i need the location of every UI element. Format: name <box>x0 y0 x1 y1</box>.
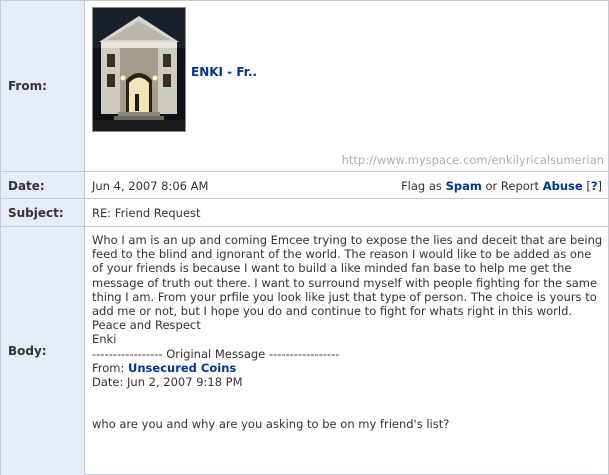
body-paragraph: Who I am is an up and coming Emcee tryin… <box>92 233 603 319</box>
help-link[interactable]: ? <box>591 179 598 193</box>
date-label: Date: <box>1 172 85 199</box>
date-row: Date: Jun 4, 2007 8:06 AM Flag as Spam o… <box>1 171 608 199</box>
original-from-label: From: <box>92 360 125 375</box>
original-message-text: who are you and why are you asking to be… <box>92 417 450 432</box>
original-sender-link[interactable]: Unsecured Coins <box>128 361 236 375</box>
body-label: Body: <box>1 227 85 475</box>
original-date-line: Date: Jun 2, 2007 9:18 PM <box>92 375 243 390</box>
message-body: Who I am is an up and coming Emcee tryin… <box>92 233 604 431</box>
body-closing: Peace and Respect <box>92 318 201 333</box>
flag-spam-link[interactable]: Spam <box>446 179 482 193</box>
from-value: ENKI - Fr.. http://www.myspace.com/enkil… <box>86 1 608 171</box>
message-view: From: ENKI - Fr.. http://www.myspace.com… <box>0 0 609 475</box>
message-date: Jun 4, 2007 8:06 AM <box>92 179 209 193</box>
original-from-line: From: Unsecured Coins <box>92 361 604 375</box>
original-message-header: ----------------- Original Message -----… <box>92 346 340 361</box>
subject-row: Subject: RE: Friend Request <box>1 198 608 227</box>
sender-avatar[interactable] <box>92 7 186 132</box>
body-row: Body: Who I am is an up and coming Emcee… <box>1 226 608 475</box>
body-signature: Enki <box>92 332 117 347</box>
date-value-cell: Jun 4, 2007 8:06 AM Flag as Spam or Repo… <box>86 172 608 199</box>
from-row: From: ENKI - Fr.. http://www.myspace.com… <box>1 1 608 171</box>
flag-prefix-text: Flag as <box>401 179 442 193</box>
help-bracket-close: ] <box>597 179 603 193</box>
building-photo <box>93 8 185 131</box>
sender-name-link[interactable]: ENKI - Fr.. <box>191 65 257 79</box>
message-subject: RE: Friend Request <box>92 206 201 220</box>
body-value-cell: Who I am is an up and coming Emcee tryin… <box>86 227 608 475</box>
subject-label: Subject: <box>1 199 85 227</box>
sender-profile-url[interactable]: http://www.myspace.com/enkilyricalsumeri… <box>342 153 604 167</box>
flag-controls: Flag as Spam or Report Abuse [?] <box>401 179 602 193</box>
report-abuse-link[interactable]: Abuse <box>543 179 583 193</box>
from-label: From: <box>1 1 85 171</box>
report-text: or Report <box>485 179 540 193</box>
subject-value-cell: RE: Friend Request <box>86 199 608 227</box>
